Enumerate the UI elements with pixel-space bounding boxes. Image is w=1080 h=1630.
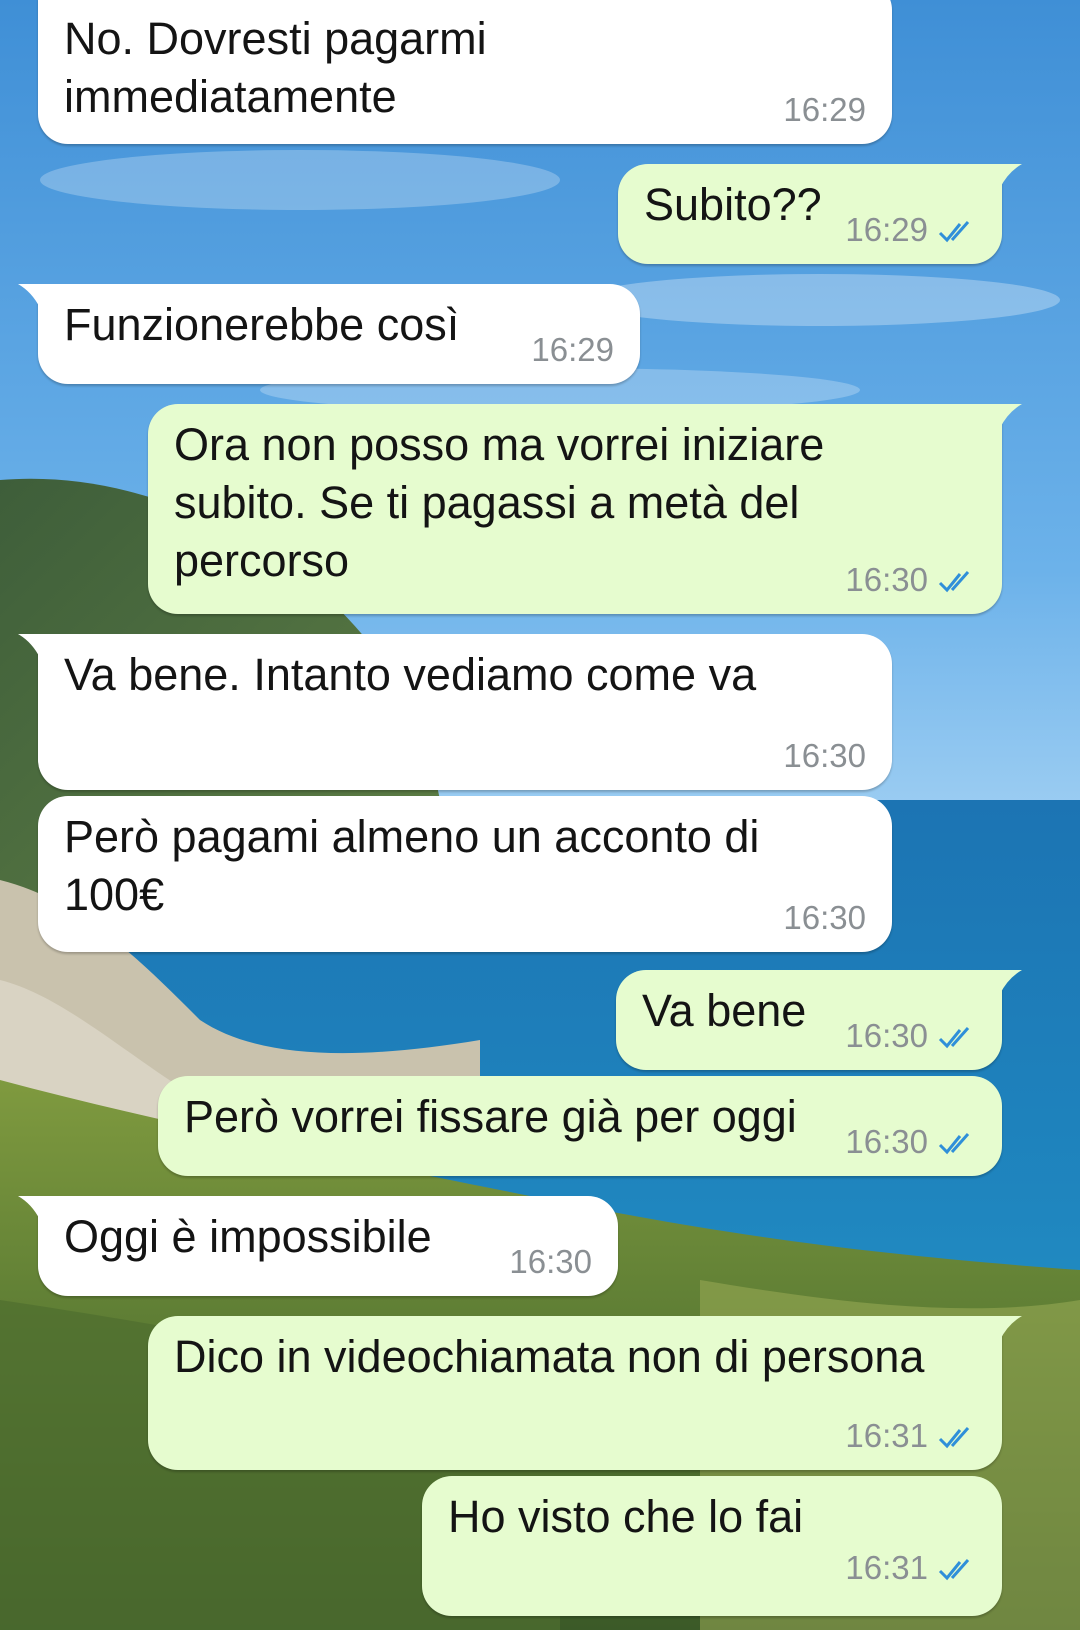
message-bubble-outgoing[interactable]: Subito?? 16:29 [618,164,1022,264]
message-text: Dico in videochiamata non di persona [174,1331,925,1382]
message-text: Però pagami almeno un acconto di 100€ [64,811,760,920]
message-bubble-outgoing[interactable]: Ora non posso ma vorrei iniziare subito.… [148,404,1022,614]
message-bubble-outgoing[interactable]: Dico in videochiamata non di persona 16:… [148,1316,1022,1470]
double-check-read-icon [938,1559,970,1581]
message-bubble-incoming[interactable]: No. Dovresti pagarmi immediatamente 16:2… [37,0,892,144]
message-bubble-outgoing[interactable]: Va bene 16:30 [616,970,1022,1070]
bubble-tail [18,1196,40,1220]
message-bubble-incoming[interactable]: Però pagami almeno un acconto di 100€ 16… [38,796,892,952]
message-bubble-outgoing[interactable]: Però vorrei fissare già per oggi 16:30 [158,1076,1002,1176]
double-check-read-icon [938,1427,970,1449]
message-text: No. Dovresti pagarmi immediatamente [64,13,487,122]
message-text: Ho visto che lo fai [448,1491,804,1542]
message-time: 16:31 [845,1418,976,1454]
message-time: 16:30 [783,737,866,774]
bubble-tail [1000,970,1022,994]
message-time: 16:29 [531,331,614,368]
bubble-tail [37,0,40,4]
message-time: 16:31 [845,1550,976,1586]
message-time: 16:30 [509,1243,592,1280]
double-check-read-icon [938,221,970,243]
message-time: 16:30 [845,562,976,598]
message-time: 16:30 [845,1018,976,1054]
message-bubble-incoming[interactable]: Va bene. Intanto vediamo come va 16:30 [18,634,892,790]
chat-message-list[interactable]: No. Dovresti pagarmi immediatamente 16:2… [0,0,1080,1630]
bubble-tail [1000,164,1022,188]
message-time: 16:29 [845,212,976,248]
bubble-tail [1000,404,1022,428]
message-time: 16:30 [845,1124,976,1160]
message-bubble-outgoing[interactable]: Ho visto che lo fai 16:31 [422,1476,1002,1616]
message-bubble-incoming[interactable]: Oggi è impossibile 16:30 [18,1196,618,1296]
bubble-tail [1000,1316,1022,1340]
message-bubble-incoming[interactable]: Funzionerebbe così 16:29 [18,284,640,384]
message-time: 16:29 [783,91,866,128]
double-check-read-icon [938,1027,970,1049]
message-text: Va bene. Intanto vediamo come va [64,649,757,700]
double-check-read-icon [938,571,970,593]
bubble-tail [18,634,40,658]
bubble-tail [18,284,40,308]
message-time: 16:30 [783,899,866,936]
double-check-read-icon [938,1133,970,1155]
